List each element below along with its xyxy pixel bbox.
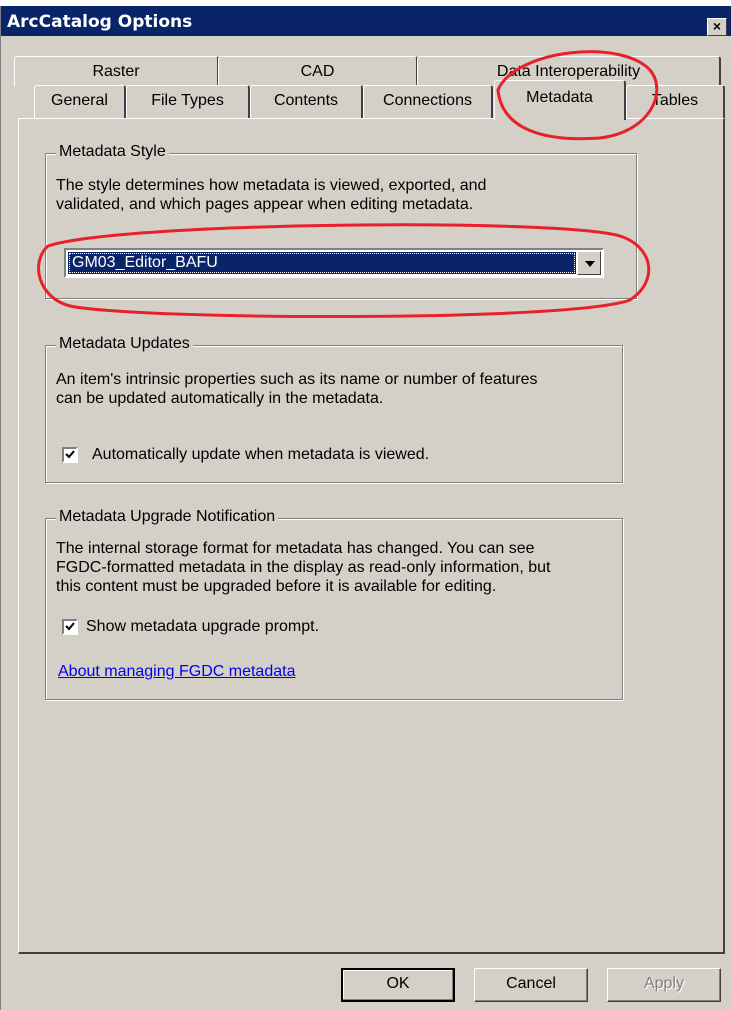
style-description: The style determines how metadata is vie…: [56, 176, 486, 214]
cancel-button[interactable]: Cancel: [474, 968, 588, 1002]
about-fgdc-link[interactable]: About managing FGDC metadata: [58, 663, 295, 681]
tab-tables[interactable]: Tables: [626, 85, 725, 119]
upgrade-notification-group: Metadata Upgrade Notification The intern…: [45, 508, 623, 700]
tab-label: File Types: [151, 92, 224, 109]
description-line: this content must be upgraded before it …: [56, 578, 497, 595]
tab-contents[interactable]: Contents: [250, 85, 363, 119]
description-line: The style determines how metadata is vie…: [56, 177, 487, 194]
dropdown-button[interactable]: [577, 251, 601, 275]
tab-label: Connections: [383, 92, 472, 109]
checkmark-icon: [65, 450, 75, 459]
tab-label: CAD: [300, 63, 335, 80]
tab-label: Raster: [92, 63, 140, 80]
close-icon: ×: [712, 18, 722, 34]
tab-label: Metadata: [526, 89, 593, 106]
metadata-tab-panel: Metadata Style The style determines how …: [18, 118, 725, 954]
tab-connections[interactable]: Connections: [363, 85, 493, 119]
metadata-style-dropdown[interactable]: GM03_Editor_BAFU: [64, 248, 604, 278]
description-line: validated, and which pages appear when e…: [56, 196, 474, 213]
description-line: The internal storage format for metadata…: [56, 540, 535, 557]
tab-cad[interactable]: CAD: [218, 56, 418, 86]
tab-label: Data Interoperability: [496, 63, 641, 80]
updates-description: An item's intrinsic properties such as i…: [56, 370, 537, 408]
auto-update-label[interactable]: Automatically update when metadata is vi…: [92, 446, 429, 464]
group-legend: Metadata Upgrade Notification: [56, 508, 279, 526]
metadata-updates-group: Metadata Updates An item's intrinsic pro…: [45, 335, 623, 483]
tab-general[interactable]: General: [34, 85, 126, 119]
description-line: can be updated automatically in the meta…: [56, 390, 384, 407]
upgrade-prompt-label[interactable]: Show metadata upgrade prompt.: [86, 618, 319, 636]
description-line: An item's intrinsic properties such as i…: [56, 371, 538, 388]
tab-label: Tables: [651, 92, 699, 109]
description-line: FGDC-formatted metadata in the display a…: [56, 559, 551, 576]
group-legend: Metadata Style: [56, 143, 169, 161]
selected-style: GM03_Editor_BAFU: [68, 252, 576, 274]
ok-button[interactable]: OK: [341, 968, 455, 1002]
group-legend: Metadata Updates: [56, 335, 193, 353]
tab-raster[interactable]: Raster: [14, 56, 219, 86]
apply-button[interactable]: Apply: [607, 968, 721, 1002]
tab-label: Contents: [273, 92, 339, 109]
checkmark-icon: [65, 622, 75, 631]
tab-file-types[interactable]: File Types: [126, 85, 250, 119]
tab-metadata[interactable]: Metadata: [494, 80, 626, 120]
metadata-style-group: Metadata Style The style determines how …: [45, 143, 637, 299]
auto-update-checkbox[interactable]: [62, 447, 78, 463]
upgrade-description: The internal storage format for metadata…: [56, 539, 550, 596]
dialog-title: ArcCatalog Options: [7, 12, 193, 32]
tab-label: General: [51, 92, 108, 109]
upgrade-prompt-checkbox[interactable]: [62, 619, 78, 635]
title-bar[interactable]: ArcCatalog Options: [1, 6, 731, 36]
close-button[interactable]: ×: [707, 18, 727, 36]
chevron-down-icon: [585, 261, 595, 267]
